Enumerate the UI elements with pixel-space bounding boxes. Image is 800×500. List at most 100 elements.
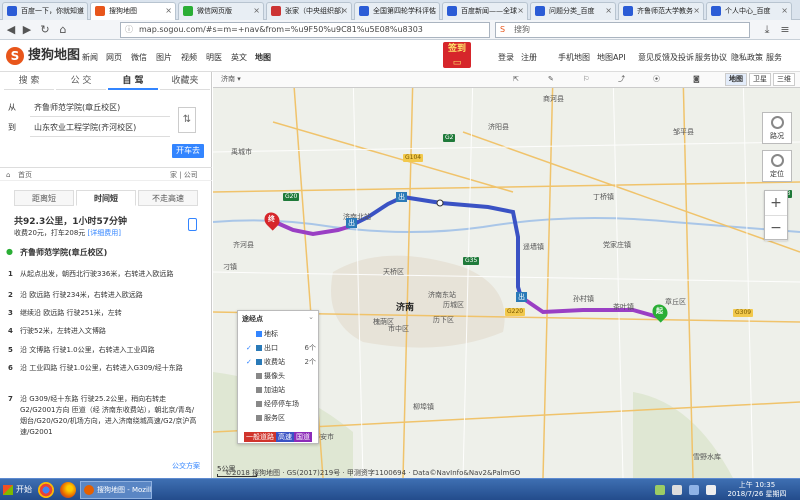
fee-detail-link[interactable]: [详细费用] [88,229,121,237]
mode-tab[interactable]: 收藏夹 [160,72,210,90]
browser-tab[interactable]: 微信网页版 × [178,2,264,20]
swap-icon[interactable]: ⇅ [178,107,196,133]
draw-icon[interactable]: ✎ [548,73,554,86]
region-select[interactable]: 济南 ▾ [221,73,241,86]
register-link[interactable]: 注册 [521,52,537,63]
to-input[interactable]: 山东农业工程学院(齐河校区) [30,119,170,137]
site-right-link[interactable]: 地图API [597,52,626,63]
route-step[interactable]: 1 从起点出发，朝西北行驶336米，右转进入欧远路 [8,269,200,280]
clock[interactable]: 上午 10:35 2018/7/26 星期四 [722,481,792,499]
browser-search-input[interactable]: S 搜狗 [495,22,750,38]
browser-tab[interactable]: 百度新闻——全球 × [442,2,528,20]
exit-badge[interactable]: 出 [346,218,357,228]
breadcrumb-shortcuts[interactable]: 家 | 公司 [170,168,198,182]
tray-icon[interactable] [672,485,682,495]
via-point[interactable] [436,199,444,207]
browser-tab[interactable]: 问题分类_百度 × [530,2,616,20]
locate-button[interactable]: 定位 [762,150,792,182]
site-nav-6[interactable]: 英文 [231,52,247,63]
route-step[interactable]: 2 沿 欧远路 行驶234米，右转进入欧远路 [8,290,200,301]
legend-item[interactable]: ✓ 收费站 2个 [246,356,318,368]
legend-check-icon[interactable]: ✓ [246,356,254,368]
zoom-out-button[interactable]: − [765,216,787,241]
site-logo[interactable]: S 搜狗地图 [6,46,80,66]
tab-close-icon[interactable]: × [253,3,260,19]
browser-tab[interactable]: 全国第四轮学科评估 × [354,2,440,20]
to-field[interactable]: 到 山东农业工程学院(齐河校区) [4,119,174,137]
exit-badge[interactable]: 出 [516,292,527,302]
site-right-link[interactable]: 手机地图 [558,52,590,63]
site-nav-2[interactable]: 微信 [131,52,147,63]
camera-icon[interactable]: ◙ [693,73,700,86]
site-nav-5[interactable]: 明医 [206,52,222,63]
traffic-button[interactable]: 路况 [762,112,792,144]
site-nav-0[interactable]: 新闻 [82,52,98,63]
map-type-button[interactable]: 卫星 [749,73,771,86]
volume-icon[interactable] [706,485,716,495]
route-step[interactable]: 6 沿 工业四路 行驶1.0公里，右转进入G309/经十东路 [8,363,200,374]
network-icon[interactable] [689,485,699,495]
tray-icon[interactable] [655,485,665,495]
legend-item[interactable]: 经停停车场 [246,398,318,410]
home-icon[interactable]: ⌂ [56,23,70,37]
reload-icon[interactable]: ↻ [38,23,52,37]
route-option-tab[interactable]: 距离短 [14,190,74,206]
browser-tab[interactable]: 百度一下，你就知道 × [2,2,88,20]
browser-tab[interactable]: 张家（中央组织部） × [266,2,352,20]
browser-tab[interactable]: 齐鲁师范大学教务 × [618,2,704,20]
legend-collapse-icon[interactable]: ⌄ [308,313,314,321]
route-step[interactable]: 5 沿 文博路 行驶1.0公里，右转进入工业四路 [8,345,200,356]
site-right-link[interactable]: 服务协议 [695,52,727,63]
download-icon[interactable]: ⤓ [760,23,774,37]
site-right-link[interactable]: 隐私政策 [731,52,763,63]
signin-badge[interactable]: 签到 ▭ [443,42,471,68]
taskbar-window-item[interactable]: 搜狗地图 - Mozilla... [80,481,152,499]
route-option-tab[interactable]: 时间短 [76,190,136,206]
from-input[interactable]: 齐鲁师范学院(章丘校区) [30,99,170,117]
legend-item[interactable]: ✓ 出口 6个 [246,342,318,354]
browser-tab[interactable]: 搜狗地图 × [90,2,176,20]
map-type-button[interactable]: 地图 [725,73,747,86]
exit-badge[interactable]: 出 [396,192,407,202]
tab-close-icon[interactable]: × [605,3,612,19]
tab-close-icon[interactable]: × [429,3,436,19]
start-button[interactable]: 开始 [0,481,40,499]
tab-close-icon[interactable]: × [165,3,172,19]
back-icon[interactable]: ◀ [4,23,18,37]
site-right-link[interactable]: 服务 [766,52,782,63]
mark-icon[interactable]: ⚐ [583,73,589,86]
tab-close-icon[interactable]: × [341,3,348,19]
route-option-tab[interactable]: 不走高速 [138,190,198,206]
map-type-button[interactable]: 三维 [773,73,795,86]
tab-close-icon[interactable]: × [781,3,788,19]
from-field[interactable]: 从 齐鲁师范学院(章丘校区) [4,99,174,117]
site-nav-4[interactable]: 视频 [181,52,197,63]
ranging-icon[interactable]: ⇱ [513,73,519,86]
tab-close-icon[interactable]: × [693,3,700,19]
map-view[interactable]: 济南 ▾ ⇱ ✎ ⚐ ⤴ ⦿ ◙ 地图 卫星 三维 济南 齐河县 禹城市 济阳县 商河县 邹平… [213,72,800,478]
share-icon[interactable]: ⤴ [618,73,625,86]
tab-close-icon[interactable]: × [77,3,84,19]
firefox-icon[interactable] [60,482,76,498]
breadcrumb-home[interactable]: 首页 [18,168,32,182]
site-nav-3[interactable]: 图片 [156,52,172,63]
legend-check-icon[interactable]: ✓ [246,342,254,354]
legend-item[interactable]: 服务区 [246,412,318,424]
legend-item[interactable]: 摄像头 [246,370,318,382]
legend-item[interactable]: 加油站 [246,384,318,396]
mode-tab[interactable]: 搜 索 [4,72,54,90]
route-step[interactable]: 3 继续沿 欧远路 行驶251米，左转 [8,308,200,319]
url-bar[interactable]: ⓘ map.sogou.com/#s=m=+nav&from=%u9F50%u9… [120,22,490,38]
site-nav-7[interactable]: 地图 [255,52,271,63]
phone-icon[interactable] [188,218,197,231]
mode-tab[interactable]: 自 驾 [108,72,158,90]
legend-item[interactable]: 地标 [246,328,318,340]
pin-icon[interactable]: ⦿ [653,73,660,86]
browser-tab[interactable]: 个人中心_百度 × [706,2,792,20]
mode-tab[interactable]: 公 交 [56,72,106,90]
bus-plan-link[interactable]: 公交方案 [172,461,200,471]
forward-icon[interactable]: ▶ [20,23,34,37]
site-right-link[interactable]: 意见反馈及投诉 [638,52,694,63]
zoom-in-button[interactable]: + [765,191,787,216]
route-step[interactable]: 7 沿 G309/经十东路 行驶25.2公里，稍向右转走G2/G2001方向 匝道… [8,394,200,438]
